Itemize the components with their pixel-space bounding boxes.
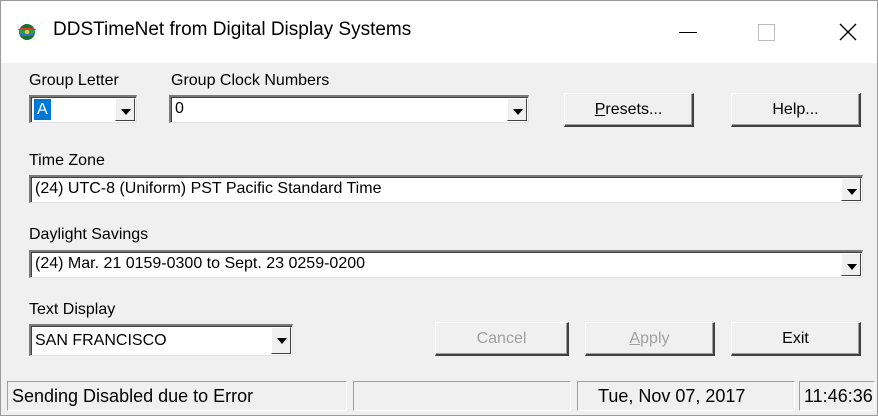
presets-label: resets... (605, 100, 663, 118)
cancel-button[interactable]: Cancel (435, 322, 569, 356)
time-zone-value: (24) UTC-8 (Uniform) PST Pacific Standar… (35, 180, 382, 197)
text-display-select[interactable]: SAN FRANCISCO (29, 324, 293, 356)
exit-button[interactable]: Exit (731, 322, 861, 356)
group-letter-value: A (34, 99, 51, 120)
text-display-label: Text Display (29, 301, 116, 318)
time-zone-label: Time Zone (29, 152, 105, 169)
main-window: DDSTimeNet from Digital Display Systems … (0, 0, 878, 416)
group-clock-numbers-select[interactable]: 0 (169, 95, 529, 123)
daylight-savings-select[interactable]: (24) Mar. 21 0159-0300 to Sept. 23 0259-… (29, 250, 863, 278)
maximize-icon (757, 23, 775, 41)
presets-button[interactable]: Presets... (564, 93, 694, 127)
apply-label: pply (640, 329, 670, 347)
group-clock-numbers-label: Group Clock Numbers (171, 72, 330, 89)
status-time: 11:46:36 (799, 381, 875, 411)
chevron-down-icon[interactable] (271, 327, 291, 354)
apply-button[interactable]: Apply (585, 322, 715, 356)
status-message: Sending Disabled due to Error (7, 381, 347, 411)
group-clock-numbers-value: 0 (175, 100, 184, 117)
group-letter-select[interactable]: A (29, 95, 137, 123)
close-button[interactable] (819, 1, 877, 63)
time-zone-select[interactable]: (24) UTC-8 (Uniform) PST Pacific Standar… (29, 175, 863, 203)
maximize-button[interactable] (737, 1, 795, 63)
close-icon (839, 23, 857, 41)
presets-accesskey: P (594, 100, 606, 118)
status-empty-panel (353, 381, 571, 411)
title-bar[interactable]: DDSTimeNet from Digital Display Systems (1, 1, 877, 63)
daylight-savings-value: (24) Mar. 21 0159-0300 to Sept. 23 0259-… (35, 255, 366, 272)
chevron-down-icon[interactable] (115, 98, 135, 121)
apply-accesskey: A (629, 329, 641, 347)
chevron-down-icon[interactable] (507, 98, 527, 121)
dds-globe-icon (17, 24, 37, 40)
minimize-button[interactable] (659, 1, 717, 63)
status-date: Tue, Nov 07, 2017 (577, 381, 795, 411)
text-display-value: SAN FRANCISCO (35, 332, 167, 349)
window-title: DDSTimeNet from Digital Display Systems (53, 19, 412, 40)
daylight-savings-label: Daylight Savings (29, 226, 149, 243)
group-letter-label: Group Letter (29, 72, 119, 89)
help-button[interactable]: Help... (731, 93, 861, 127)
chevron-down-icon[interactable] (841, 178, 861, 201)
chevron-down-icon[interactable] (841, 253, 861, 276)
minimize-icon (679, 31, 697, 33)
